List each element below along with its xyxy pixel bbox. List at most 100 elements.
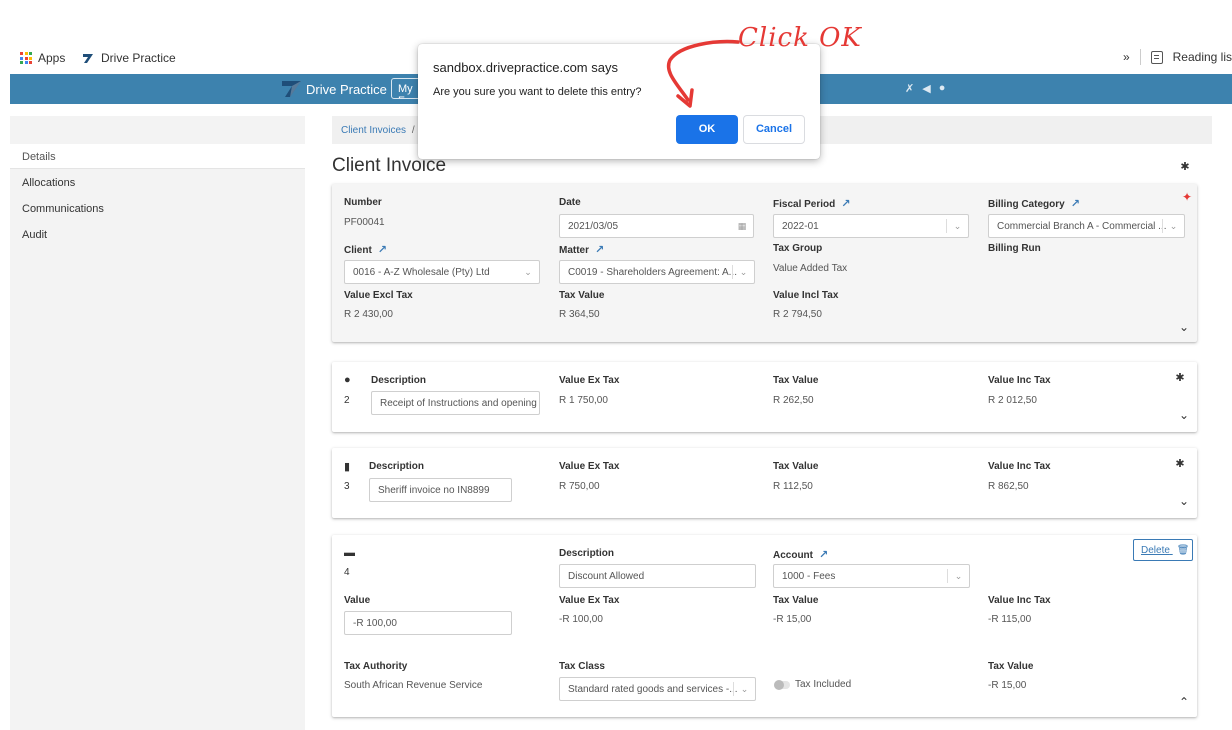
client-external-link-icon[interactable]: ↗ <box>378 244 387 256</box>
chevron-down-icon[interactable]: ⌄ <box>1179 408 1189 422</box>
magic-wand-icon[interactable]: ✗ <box>905 82 914 95</box>
description-input[interactable]: Sheriff invoice no IN8899 <box>369 478 512 502</box>
billing-run-label: Billing Run <box>988 243 1041 254</box>
sidebar-item-allocations[interactable]: Allocations <box>10 170 305 195</box>
tax-value-label: Tax Value <box>988 661 1034 672</box>
matter-external-link-icon[interactable]: ↗ <box>595 244 604 256</box>
tax-value-label: Tax Value <box>773 375 819 386</box>
value-excl-tax-label: Value Excl Tax <box>344 290 413 301</box>
value-ex-tax-label: Value Ex Tax <box>559 375 620 386</box>
confirm-dialog: sandbox.drivepractice.com says Are you s… <box>418 44 820 159</box>
billing-category-external-link-icon[interactable]: ↗ <box>1071 198 1080 210</box>
date-label: Date <box>559 197 581 208</box>
tax-group-value: Value Added Tax <box>773 263 848 274</box>
app-logo-text: Drive Practice <box>306 81 387 97</box>
value-incl-tax-value: R 2 794,50 <box>773 309 822 320</box>
value-ex-tax-value: R 750,00 <box>559 481 600 492</box>
breadcrumb-separator: / <box>411 125 415 136</box>
bookmarks-overflow-button[interactable]: » <box>1123 50 1130 64</box>
matter-select[interactable]: C0019 - Shareholders Agreement: A... ⌄ <box>559 260 755 284</box>
bookmark-drive-practice-label: Drive Practice <box>101 51 176 65</box>
fiscal-period-external-link-icon[interactable]: ↗ <box>841 198 850 210</box>
value-label: Value <box>344 595 371 606</box>
value-inc-tax-value: R 2 012,50 <box>988 395 1037 406</box>
client-select[interactable]: 0016 - A-Z Wholesale (Pty) Ltd ⌄ <box>344 260 540 284</box>
account-select[interactable]: 1000 - Fees ⌄ <box>773 564 970 588</box>
calendar-icon[interactable]: ▦ <box>731 219 753 233</box>
left-sidebar: Details Allocations Communications Audit <box>10 116 305 730</box>
clock-icon: ● <box>344 374 351 386</box>
line-settings-gear-icon[interactable]: ✱ <box>1174 372 1186 384</box>
account-value: 1000 - Fees <box>782 571 836 582</box>
date-field[interactable]: 2021/03/05 ▦ <box>559 214 754 238</box>
chevron-up-icon[interactable]: ⌃ <box>1179 695 1189 709</box>
bookmarks-divider <box>1139 49 1141 65</box>
description-label: Description <box>369 461 425 472</box>
matter-label: Matter ↗ <box>559 244 605 256</box>
ok-button[interactable]: OK <box>676 115 738 144</box>
delete-line-button[interactable]: Delete 🗑 <box>1133 539 1193 561</box>
tax-value-value: -R 15,00 <box>773 614 812 625</box>
client-value: 0016 - A-Z Wholesale (Pty) Ltd <box>353 267 490 278</box>
value-incl-tax-label: Value Incl Tax <box>773 290 839 301</box>
page-settings-gear-icon[interactable]: ✱ <box>1179 161 1191 173</box>
sidebar-item-communications[interactable]: Communications <box>10 196 305 221</box>
sidebar-item-audit[interactable]: Audit <box>10 222 305 247</box>
value-inc-tax-label: Value Inc Tax <box>988 595 1051 606</box>
account-external-link-icon[interactable]: ↗ <box>819 549 828 561</box>
client-label: Client ↗ <box>344 244 387 256</box>
line-settings-gear-icon[interactable]: ✱ <box>1174 458 1186 470</box>
chevron-down-icon[interactable]: ⌄ <box>1179 320 1189 334</box>
reading-list-icon[interactable] <box>1150 50 1163 64</box>
value-inc-tax-value: R 862,50 <box>988 481 1029 492</box>
bookmark-apps[interactable]: Apps <box>20 51 65 65</box>
value-ex-tax-value: -R 100,00 <box>559 614 603 625</box>
invoice-line-card: ▬ 4 Description Discount Allowed Account… <box>332 535 1197 717</box>
chevron-down-icon[interactable]: ⌄ <box>1179 494 1189 508</box>
appbar-icons: ✗ ◀ ● <box>905 82 945 95</box>
dialog-title: sandbox.drivepractice.com says <box>433 60 618 75</box>
tax-value-label: Tax Value <box>559 290 605 301</box>
tax-class-value: Standard rated goods and services -... <box>568 684 738 695</box>
description-input[interactable]: Discount Allowed <box>559 564 756 588</box>
app-logo[interactable]: Drive Practice <box>280 80 387 98</box>
user-icon[interactable]: ● <box>939 82 946 95</box>
tax-value-value: -R 15,00 <box>988 680 1027 691</box>
description-label: Description <box>559 548 615 559</box>
line-index: 4 <box>344 567 350 578</box>
tax-included-toggle[interactable] <box>774 680 790 690</box>
invoice-line-card: ● 2 Description Receipt of Instructions … <box>332 362 1197 432</box>
tax-class-select[interactable]: Standard rated goods and services -... ⌄ <box>559 677 756 701</box>
tax-value-label: Tax Value <box>773 595 819 606</box>
tax-value-label: Tax Value <box>773 461 819 472</box>
billing-category-select[interactable]: Commercial Branch A - Commercial ... ⌄ <box>988 214 1185 238</box>
tax-authority-label: Tax Authority <box>344 661 408 672</box>
bookmarks-right: » Reading lis <box>1123 49 1232 65</box>
annotation-arrow-icon <box>666 39 740 108</box>
value-inc-tax-value: -R 115,00 <box>988 614 1032 625</box>
document-icon: ▮ <box>344 461 351 473</box>
value-inc-tax-label: Value Inc Tax <box>988 375 1051 386</box>
description-input[interactable]: Receipt of Instructions and opening <box>371 391 540 415</box>
fiscal-period-select[interactable]: 2022-01 ⌄ <box>773 214 969 238</box>
chevron-down-icon: ⌄ <box>733 682 755 696</box>
breadcrumb-client-invoices[interactable]: Client Invoices <box>341 125 406 136</box>
dialog-message: Are you sure you want to delete this ent… <box>433 86 642 98</box>
sidebar-item-details[interactable]: Details <box>10 144 305 169</box>
date-field-value: 2021/03/05 <box>568 221 619 232</box>
apps-grid-icon <box>20 52 32 64</box>
drive-practice-logo-icon <box>83 53 93 63</box>
cancel-button[interactable]: Cancel <box>743 115 805 144</box>
matter-value: C0019 - Shareholders Agreement: A... <box>568 267 737 278</box>
tax-value-value: R 364,50 <box>559 309 600 320</box>
my-menu-button[interactable]: My F <box>391 78 421 99</box>
account-label: Account ↗ <box>773 549 829 561</box>
chevron-down-icon: ⌄ <box>947 569 969 583</box>
value-input[interactable]: -R 100,00 <box>344 611 512 635</box>
pin-icon[interactable]: ✦ <box>1182 190 1192 204</box>
reading-list-label[interactable]: Reading lis <box>1173 50 1232 64</box>
fiscal-period-label: Fiscal Period ↗ <box>773 198 851 210</box>
megaphone-icon[interactable]: ◀ <box>922 82 930 95</box>
bookmark-drive-practice[interactable]: Drive Practice <box>82 51 176 65</box>
value-excl-tax-value: R 2 430,00 <box>344 309 393 320</box>
